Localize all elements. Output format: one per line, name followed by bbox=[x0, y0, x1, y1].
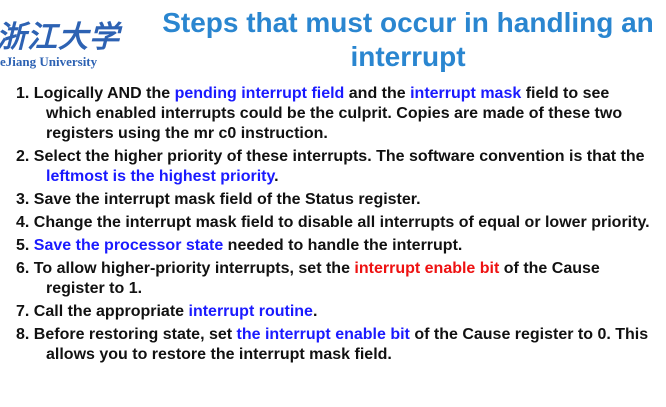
step-item: 1. Logically AND the pending interrupt f… bbox=[16, 84, 656, 144]
step-highlight: interrupt enable bit bbox=[354, 260, 500, 277]
step-highlight: interrupt routine bbox=[188, 303, 313, 320]
step-text: Save the interrupt mask field of the Sta… bbox=[33, 191, 421, 208]
step-text: Before restoring state, set bbox=[33, 326, 237, 343]
step-item: 5. Save the processor state needed to ha… bbox=[16, 236, 656, 256]
step-text: Change the interrupt mask field to disab… bbox=[33, 214, 650, 231]
step-text: Logically AND the bbox=[33, 85, 175, 102]
step-number: 1. bbox=[16, 85, 34, 102]
step-text: Select the higher priority of these inte… bbox=[33, 148, 645, 165]
steps-list: 1. Logically AND the pending interrupt f… bbox=[16, 84, 656, 368]
step-text: To allow higher-priority interrupts, set… bbox=[33, 260, 355, 277]
step-text: needed to handle the interrupt. bbox=[223, 237, 463, 254]
step-item: 8. Before restoring state, set the inter… bbox=[16, 325, 656, 365]
step-highlight: interrupt mask bbox=[410, 85, 522, 102]
step-text: . bbox=[274, 168, 279, 185]
step-item: 4. Change the interrupt mask field to di… bbox=[16, 213, 656, 233]
step-number: 8. bbox=[16, 326, 34, 343]
step-highlight: leftmost is the highest priority bbox=[46, 168, 275, 185]
step-text: and the bbox=[344, 85, 411, 102]
logo-english-text: eJiang University bbox=[0, 54, 98, 69]
step-highlight: pending interrupt field bbox=[174, 85, 345, 102]
step-text: . bbox=[312, 303, 318, 320]
university-logo: 浙江大学 eJiang University bbox=[0, 12, 130, 74]
slide-title: Steps that must occur in handling an int… bbox=[162, 7, 654, 72]
step-number: 4. bbox=[16, 214, 34, 231]
step-number: 7. bbox=[16, 303, 34, 320]
step-highlight: the interrupt enable bit bbox=[236, 326, 410, 343]
step-number: 2. bbox=[16, 148, 34, 165]
step-item: 3. Save the interrupt mask field of the … bbox=[16, 190, 656, 210]
step-item: 2. Select the higher priority of these i… bbox=[16, 147, 656, 187]
step-item: 7. Call the appropriate interrupt routin… bbox=[16, 302, 656, 322]
logo-chinese-text: 浙江大学 bbox=[0, 20, 120, 55]
step-number: 3. bbox=[16, 191, 34, 208]
step-text: Call the appropriate bbox=[33, 303, 189, 320]
step-highlight: Save the processor state bbox=[33, 237, 224, 254]
step-item: 6. To allow higher-priority interrupts, … bbox=[16, 259, 656, 299]
step-number: 6. bbox=[16, 260, 34, 277]
step-number: 5. bbox=[16, 237, 34, 254]
